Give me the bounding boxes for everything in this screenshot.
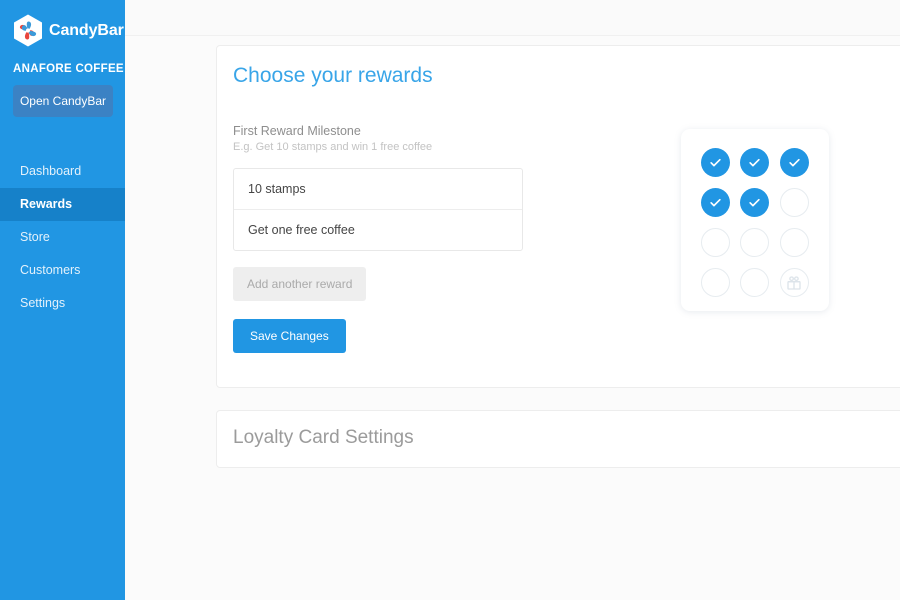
sidebar-item-store[interactable]: Store: [0, 221, 125, 254]
stamp-slot-9[interactable]: [779, 228, 809, 257]
add-another-reward-button[interactable]: Add another reward: [233, 267, 367, 301]
stamp-slot-4[interactable]: [701, 188, 731, 217]
save-changes-button[interactable]: Save Changes: [233, 319, 346, 353]
sidebar-item-settings[interactable]: Settings: [0, 287, 125, 320]
reward-input-group: [233, 168, 523, 251]
stamps-count-input[interactable]: [234, 169, 522, 209]
loyalty-stamp-card-preview: [681, 129, 829, 311]
stamp-grid: [696, 148, 814, 297]
page-title: Choose your rewards: [233, 64, 433, 87]
first-reward-milestone-label: First Reward Milestone: [233, 124, 361, 138]
reward-form: First Reward Milestone E.g. Get 10 stamp…: [233, 124, 523, 301]
check-icon: [710, 158, 721, 167]
top-header-band: [125, 0, 900, 36]
loyalty-card-settings-title: Loyalty Card Settings: [233, 427, 414, 448]
brand-name: CandyBar: [49, 21, 124, 39]
store-name: ANAFORE COFFEE: [13, 63, 124, 75]
stamp-slot-6[interactable]: [779, 188, 809, 217]
open-candybar-button[interactable]: Open CandyBar: [13, 85, 113, 117]
sidebar-item-rewards[interactable]: Rewards: [0, 188, 125, 221]
candybar-pinwheel-logo-icon: [14, 14, 42, 47]
first-reward-milestone-hint: E.g. Get 10 stamps and win 1 free coffee: [233, 141, 433, 153]
check-icon: [749, 198, 761, 207]
loyalty-card-settings-card[interactable]: Loyalty Card Settings: [216, 410, 900, 468]
stamp-slot-1[interactable]: [701, 148, 731, 177]
check-icon: [749, 158, 761, 167]
check-icon: [710, 198, 721, 207]
sidebar-nav: Dashboard Rewards Store Customers Settin…: [0, 155, 125, 320]
sidebar-item-customers[interactable]: Customers: [0, 254, 125, 287]
choose-rewards-card: Choose your rewards First Reward Milesto…: [216, 45, 900, 388]
stamp-slot-11[interactable]: [740, 268, 770, 297]
sidebar: CandyBar ANAFORE COFFEE Open CandyBar Da…: [0, 0, 125, 600]
stamp-slot-10[interactable]: [701, 268, 731, 297]
stamp-slot-2[interactable]: [740, 148, 770, 177]
reward-description-input[interactable]: [234, 209, 522, 250]
brand[interactable]: CandyBar: [0, 0, 125, 47]
stamp-slot-8[interactable]: [740, 228, 770, 257]
check-icon: [789, 158, 800, 167]
stamp-slot-12-reward[interactable]: [779, 268, 809, 297]
stamp-slot-5[interactable]: [740, 188, 770, 217]
stamp-slot-7[interactable]: [701, 228, 731, 257]
sidebar-item-dashboard[interactable]: Dashboard: [0, 155, 125, 188]
stamp-slot-3[interactable]: [779, 148, 809, 177]
gift-icon: [787, 275, 801, 290]
